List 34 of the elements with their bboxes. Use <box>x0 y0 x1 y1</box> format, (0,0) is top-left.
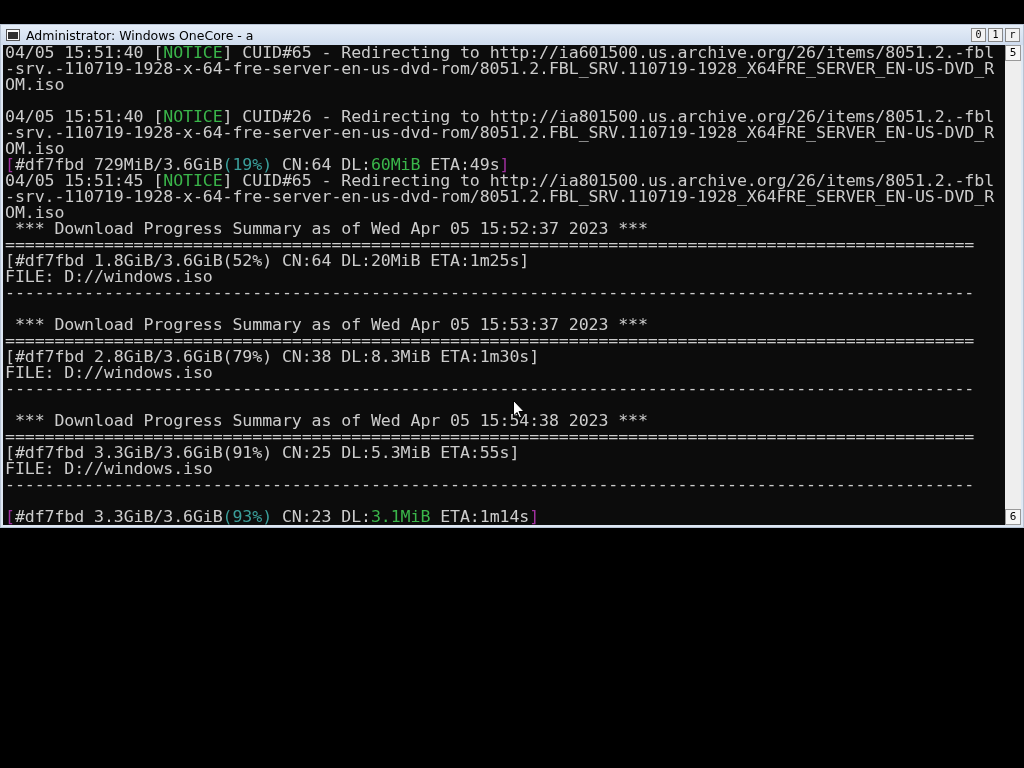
window-title: Administrator: Windows OneCore - a <box>26 27 255 43</box>
title-bar-button[interactable]: r <box>1005 28 1020 42</box>
title-bar-button[interactable]: 1 <box>988 28 1003 42</box>
console-line: FILE: D://windows.iso <box>5 269 213 285</box>
console-line: -------------------------------------------------------------------------------------------------- <box>5 381 976 397</box>
console-line: *** Download Progress Summary as of Wed Apr 05 15:54:38 2023 *** <box>13 413 649 429</box>
console-line: -srv.-110719-1928-x-64-fre-server-en-us-dvd-rom/8051.2.FBL_SRV.110719-1928_X64FRE_SERVER_EN-US-DVD_R <box>5 189 996 205</box>
console-line: 04/05 15:51:40 [NOTICE] CUID#26 - Redirecting to http://ia801500.us.archive.org/26/items/8051.2.-fbl <box>5 109 996 125</box>
scrollbar[interactable]: 5 6 <box>1005 45 1021 525</box>
console-line: [#df7fbd 2.8GiB/3.6GiB(79%) CN:38 DL:8.3MiB ETA:1m30s] <box>5 349 541 365</box>
console-line: [#df7fbd 3.3GiB/3.6GiB(93%) CN:23 DL:3.1MiB ETA:1m14s] <box>5 509 541 525</box>
console-line: ================================================================================================== <box>5 429 976 445</box>
console-line: FILE: D://windows.iso <box>5 365 213 381</box>
console-line: 04/05 15:51:40 [NOTICE] CUID#65 - Redirecting to http://ia601500.us.archive.org/26/items/8051.2.-fbl <box>5 45 996 61</box>
console-line: -srv.-110719-1928-x-64-fre-server-en-us-dvd-rom/8051.2.FBL_SRV.110719-1928_X64FRE_SERVER_EN-US-DVD_R <box>5 61 996 77</box>
title-bar-button[interactable]: 0 <box>971 28 986 42</box>
console-line: [#df7fbd 1.8GiB/3.6GiB(52%) CN:64 DL:20MiB ETA:1m25s] <box>5 253 531 269</box>
scroll-up-button[interactable]: 5 <box>1005 45 1021 61</box>
console-line: *** Download Progress Summary as of Wed Apr 05 15:53:37 2023 *** <box>13 317 649 333</box>
console-line: -------------------------------------------------------------------------------------------------- <box>5 285 976 301</box>
console-line: [#df7fbd 729MiB/3.6GiB(19%) CN:64 DL:60MiB ETA:49s] <box>5 157 510 173</box>
scroll-down-button[interactable]: 6 <box>1005 509 1021 525</box>
console-icon <box>6 29 20 41</box>
console-line: ================================================================================================== <box>5 333 976 349</box>
console-line: OM.iso <box>5 205 65 221</box>
console-line: [#df7fbd 3.3GiB/3.6GiB(91%) CN:25 DL:5.3MiB ETA:55s] <box>5 445 521 461</box>
console-line: 04/05 15:51:45 [NOTICE] CUID#65 - Redirecting to http://ia801500.us.archive.org/26/items/8051.2.-fbl <box>5 173 996 189</box>
console-line: FILE: D://windows.iso <box>5 461 213 477</box>
console-line: OM.iso <box>5 141 65 157</box>
console-line: *** Download Progress Summary as of Wed Apr 05 15:52:37 2023 *** <box>13 221 649 237</box>
console-line: -------------------------------------------------------------------------------------------------- <box>5 477 976 493</box>
console-line: OM.iso <box>5 77 65 93</box>
console-line: ================================================================================================== <box>5 237 976 253</box>
console-line: -srv.-110719-1928-x-64-fre-server-en-us-dvd-rom/8051.2.FBL_SRV.110719-1928_X64FRE_SERVER_EN-US-DVD_R <box>5 125 996 141</box>
